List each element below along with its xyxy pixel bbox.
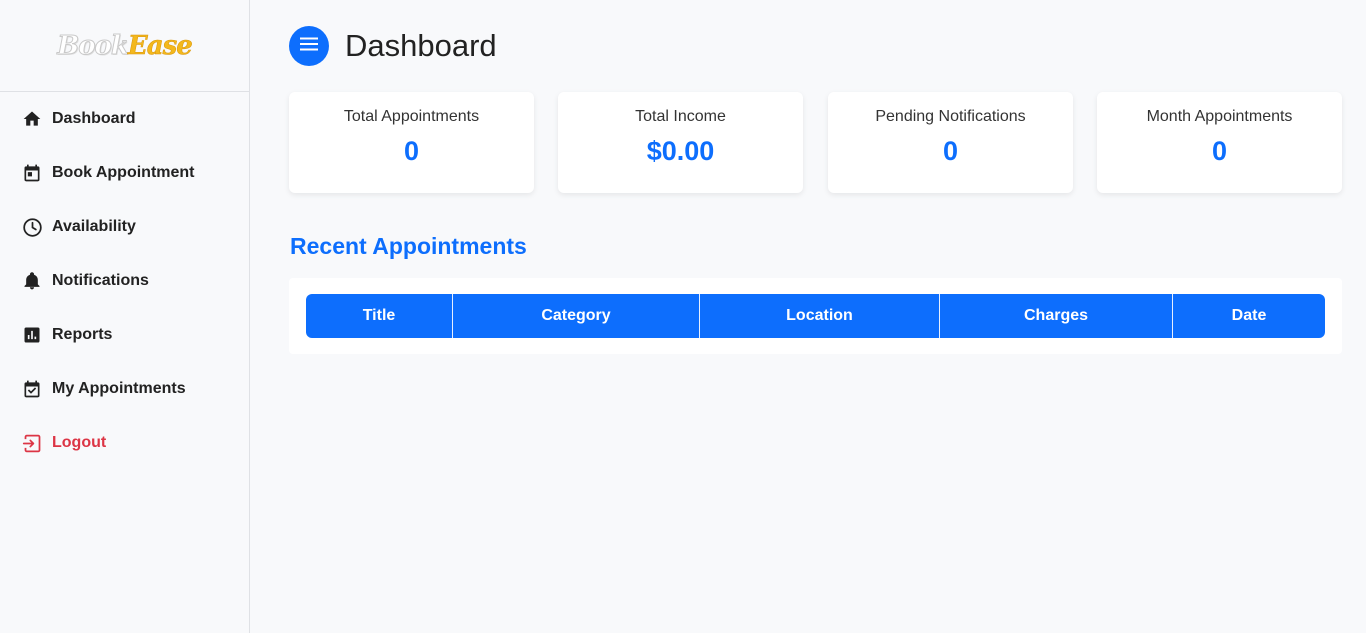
- sidebar-item-label: Book Appointment: [52, 164, 195, 181]
- sidebar-item-dashboard[interactable]: Dashboard: [21, 107, 136, 131]
- logo-text-book: Book: [57, 30, 130, 61]
- stat-label: Pending Notifications: [875, 108, 1026, 125]
- recent-appointments-table: Title Category Location Charges Date: [306, 294, 1325, 338]
- stat-value: 0: [942, 136, 959, 166]
- sidebar-item-label: Logout: [52, 434, 107, 451]
- calendar-icon: [21, 162, 43, 184]
- bell-icon: [21, 270, 43, 292]
- column-header-date[interactable]: Date: [1173, 294, 1325, 338]
- logout-icon: [21, 432, 43, 454]
- sidebar-item-notifications[interactable]: Notifications: [21, 269, 149, 293]
- recent-appointments-title: Recent Appointments: [290, 233, 527, 259]
- page-title: Dashboard: [345, 28, 497, 63]
- stat-value: 0: [1211, 136, 1228, 166]
- sidebar-item-label: Reports: [52, 326, 113, 343]
- stat-label: Total Income: [635, 108, 726, 125]
- stat-value: 0: [403, 136, 420, 166]
- logo-area: Book Ease: [0, 0, 249, 92]
- recent-appointments-table-container: Title Category Location Charges Date: [289, 278, 1342, 354]
- report-icon: [21, 324, 43, 346]
- app-root: Book Ease Dashboard Book Appointment Ava…: [0, 0, 1366, 633]
- table-header-row: Title Category Location Charges Date: [306, 294, 1325, 338]
- sidebar-item-my-appointments[interactable]: My Appointments: [21, 377, 186, 401]
- stat-label: Total Appointments: [343, 108, 480, 125]
- home-icon: [21, 108, 43, 130]
- clock-icon: [21, 216, 43, 238]
- column-header-title[interactable]: Title: [306, 294, 453, 338]
- sidebar-item-logout[interactable]: Logout: [21, 431, 106, 455]
- menu-toggle-button[interactable]: [289, 26, 329, 66]
- sidebar-item-label: Notifications: [52, 272, 149, 289]
- sidebar-item-book-appointment[interactable]: Book Appointment: [21, 161, 195, 185]
- logo-text-ease: Ease: [127, 30, 193, 61]
- stat-card-total-appointments: Total Appointments 0: [289, 92, 534, 193]
- sidebar-item-availability[interactable]: Availability: [21, 215, 136, 239]
- hamburger-menu-icon: [300, 37, 318, 56]
- brand-logo[interactable]: Book Ease: [57, 30, 193, 61]
- sidebar: Book Ease Dashboard Book Appointment Ava…: [0, 0, 250, 633]
- stat-card-total-income: Total Income $0.00: [558, 92, 803, 193]
- calendar-check-icon: [21, 378, 43, 400]
- sidebar-item-label: Availability: [52, 218, 136, 235]
- column-header-category[interactable]: Category: [453, 294, 700, 338]
- stat-label: Month Appointments: [1146, 108, 1293, 125]
- sidebar-item-reports[interactable]: Reports: [21, 323, 112, 347]
- column-header-charges[interactable]: Charges: [940, 294, 1173, 338]
- sidebar-item-label: Dashboard: [52, 110, 136, 127]
- stat-card-month-appointments: Month Appointments 0: [1097, 92, 1342, 193]
- stat-value: $0.00: [646, 136, 715, 166]
- sidebar-item-label: My Appointments: [52, 380, 186, 397]
- stat-card-pending-notifications: Pending Notifications 0: [828, 92, 1073, 193]
- column-header-location[interactable]: Location: [700, 294, 940, 338]
